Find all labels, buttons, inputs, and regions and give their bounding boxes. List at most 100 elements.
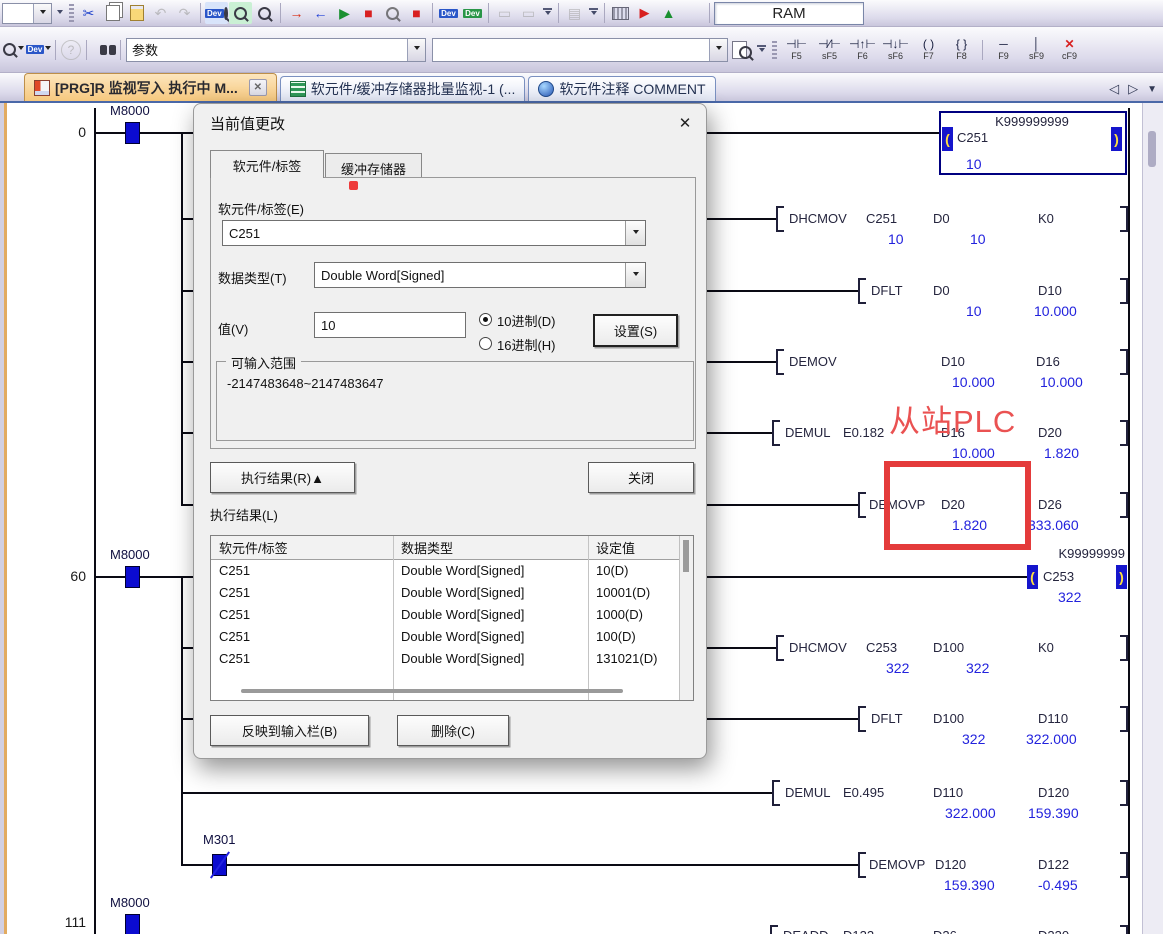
help-icon[interactable]: ? — [61, 40, 81, 60]
monitor-pause-icon[interactable] — [381, 2, 404, 24]
cut-icon[interactable]: ✂ — [77, 2, 100, 24]
find-target-combobox[interactable]: 参数 — [126, 38, 426, 62]
toolbar-overflow[interactable] — [53, 3, 66, 23]
paste-icon[interactable] — [125, 2, 148, 24]
column-header-device[interactable]: 软元件/标签 — [211, 536, 393, 560]
monitor-write-icon[interactable]: ■ — [405, 2, 428, 24]
set-button[interactable]: 设置(S) — [593, 314, 678, 347]
contact-m8000-on[interactable] — [125, 122, 140, 144]
device-find-dropdown-icon[interactable]: Dev — [27, 39, 50, 61]
dropdown-button[interactable] — [33, 4, 51, 23]
jump-prev-icon[interactable]: ← — [309, 2, 332, 24]
monitor-start-icon[interactable]: ▶ — [333, 2, 356, 24]
dropdown-button[interactable] — [407, 39, 425, 61]
find-binoculars-icon[interactable] — [92, 39, 115, 61]
copy-icon[interactable] — [101, 2, 124, 24]
value-input[interactable]: 10 — [314, 312, 466, 338]
table-row[interactable]: C251Double Word[Signed]131021(D) — [211, 648, 679, 670]
execution-result-toggle-button[interactable]: 执行结果(R)▲ — [210, 462, 355, 493]
close-button[interactable]: 关闭 — [588, 462, 694, 493]
branch-tool-icon[interactable]: ▤ — [563, 2, 586, 24]
radio-hexadecimal-label[interactable]: 16进制(H) — [497, 335, 556, 354]
error-check-icon[interactable]: ▲ — [657, 2, 680, 24]
fkey-coil[interactable]: ( )F7 — [913, 31, 944, 69]
monitor-value: 159.390 — [1028, 805, 1079, 821]
execution-result-label: 执行结果(L) — [210, 505, 278, 524]
redo-icon[interactable]: ↷ — [173, 2, 196, 24]
column-header-setvalue[interactable]: 设定值 — [588, 536, 681, 560]
tab-close-icon[interactable]: ✕ — [249, 79, 267, 96]
radio-decimal-label[interactable]: 10进制(D) — [497, 311, 556, 330]
keyboard-icon[interactable] — [609, 2, 632, 24]
fkey-pulse-close-contact[interactable]: ⊣↓⊢sF6 — [880, 31, 911, 69]
fkey-horizontal-line[interactable]: ─F9 — [988, 31, 1019, 69]
tab-device-comment[interactable]: 软元件注释 COMMENT — [528, 76, 715, 101]
table-horizontal-scrollbar[interactable] — [241, 689, 623, 693]
radio-decimal[interactable] — [479, 313, 492, 326]
comment-edit-icon[interactable]: ▭ — [517, 2, 540, 24]
dropdown-button[interactable] — [625, 221, 645, 245]
instr-bracket — [858, 852, 866, 878]
fkey-application-instruction[interactable]: { }F8 — [946, 31, 977, 69]
page-search-icon[interactable] — [730, 39, 753, 61]
instr-name: DEMUL — [785, 425, 831, 440]
radio-hexadecimal[interactable] — [479, 337, 492, 350]
tab-list-icon[interactable]: ▼ — [1147, 84, 1157, 95]
device-off-icon[interactable]: Dev — [461, 2, 484, 24]
dropdown-button[interactable] — [625, 263, 645, 287]
monitor-stop-icon[interactable]: ■ — [357, 2, 380, 24]
delete-button[interactable]: 删除(C) — [397, 715, 509, 746]
device-search-icon[interactable]: Dev — [205, 2, 228, 24]
table-row[interactable]: C251Double Word[Signed]10(D) — [211, 560, 679, 582]
toolbar-combo-stub[interactable] — [2, 3, 52, 24]
buffer-search-icon[interactable] — [253, 2, 276, 24]
table-row[interactable]: C251Double Word[Signed]10001(D) — [211, 582, 679, 604]
monitor-value: 1.820 — [1044, 445, 1079, 461]
dialog-close-button[interactable]: ✕ — [672, 111, 698, 135]
rung-number: 0 — [30, 124, 86, 140]
table-row[interactable]: C251Double Word[Signed]1000(D) — [211, 604, 679, 626]
instr-name: DEMOVP — [869, 857, 925, 872]
fkey-open-contact[interactable]: ⊣⊢F5 — [781, 31, 812, 69]
tab-scroll-right-icon[interactable]: ▷ — [1128, 81, 1138, 97]
find-keyword-combobox[interactable] — [432, 38, 728, 62]
contact-label: M8000 — [110, 103, 150, 118]
annotation-slave-plc: 从站PLC — [889, 396, 1016, 441]
scrollbar-thumb[interactable] — [1148, 131, 1156, 167]
tab-buffer-memory[interactable]: 缓冲存储器 — [325, 153, 422, 178]
fkey-delete-line[interactable]: ✕cF9 — [1054, 31, 1085, 69]
dropdown-button[interactable] — [709, 39, 727, 61]
scrollbar-thumb[interactable] — [683, 540, 689, 572]
instr-operand: D20 — [1038, 425, 1062, 440]
memory-target-display[interactable]: RAM — [714, 2, 864, 25]
tab-prg-monitor[interactable]: [PRG]R 监视写入 执行中 M... ✕ — [24, 73, 277, 101]
toolbar-overflow[interactable] — [541, 3, 554, 23]
tab-device-batch-monitor[interactable]: 软元件/缓冲存储器批量监视-1 (... — [280, 76, 526, 101]
fkey-close-contact[interactable]: ⊣∕⊢sF5 — [814, 31, 845, 69]
input-range-text: -2147483648~2147483647 — [227, 376, 384, 391]
comment-icon[interactable]: ▭ — [493, 2, 516, 24]
contact-m8000-on[interactable] — [125, 566, 140, 588]
table-vertical-scrollbar[interactable] — [679, 536, 693, 700]
toolbar-overflow[interactable] — [755, 40, 768, 60]
reflect-to-input-button[interactable]: 反映到输入栏(B) — [210, 715, 369, 746]
column-header-datatype[interactable]: 数据类型 — [393, 536, 588, 560]
table-row[interactable]: C251Double Word[Signed]100(D) — [211, 626, 679, 648]
toolbar-overflow[interactable] — [587, 3, 600, 23]
tab-device-label[interactable]: 软元件/标签 — [210, 150, 324, 178]
undo-icon[interactable]: ↶ — [149, 2, 172, 24]
screen-search-icon[interactable] — [229, 2, 252, 24]
tool-dropdown-icon[interactable] — [2, 39, 25, 61]
jump-next-icon[interactable]: → — [285, 2, 308, 24]
instr-operand: K0 — [1038, 640, 1054, 655]
device-combobox[interactable]: C251 — [222, 220, 646, 246]
fkey-pulse-contact[interactable]: ⊣↑⊢F6 — [847, 31, 878, 69]
contact-m8000-on[interactable] — [125, 914, 140, 934]
fkey-vertical-line[interactable]: │sF9 — [1021, 31, 1052, 69]
datatype-combobox[interactable]: Double Word[Signed] — [314, 262, 646, 288]
device-on-icon[interactable]: Dev — [437, 2, 460, 24]
tab-scroll-left-icon[interactable]: ◁ — [1109, 81, 1119, 97]
ladder-scrollbar[interactable] — [1142, 103, 1163, 934]
execution-result-table[interactable]: 软元件/标签 数据类型 设定值 C251Double Word[Signed]1… — [210, 535, 694, 701]
run-icon[interactable]: ▶ — [633, 2, 656, 24]
